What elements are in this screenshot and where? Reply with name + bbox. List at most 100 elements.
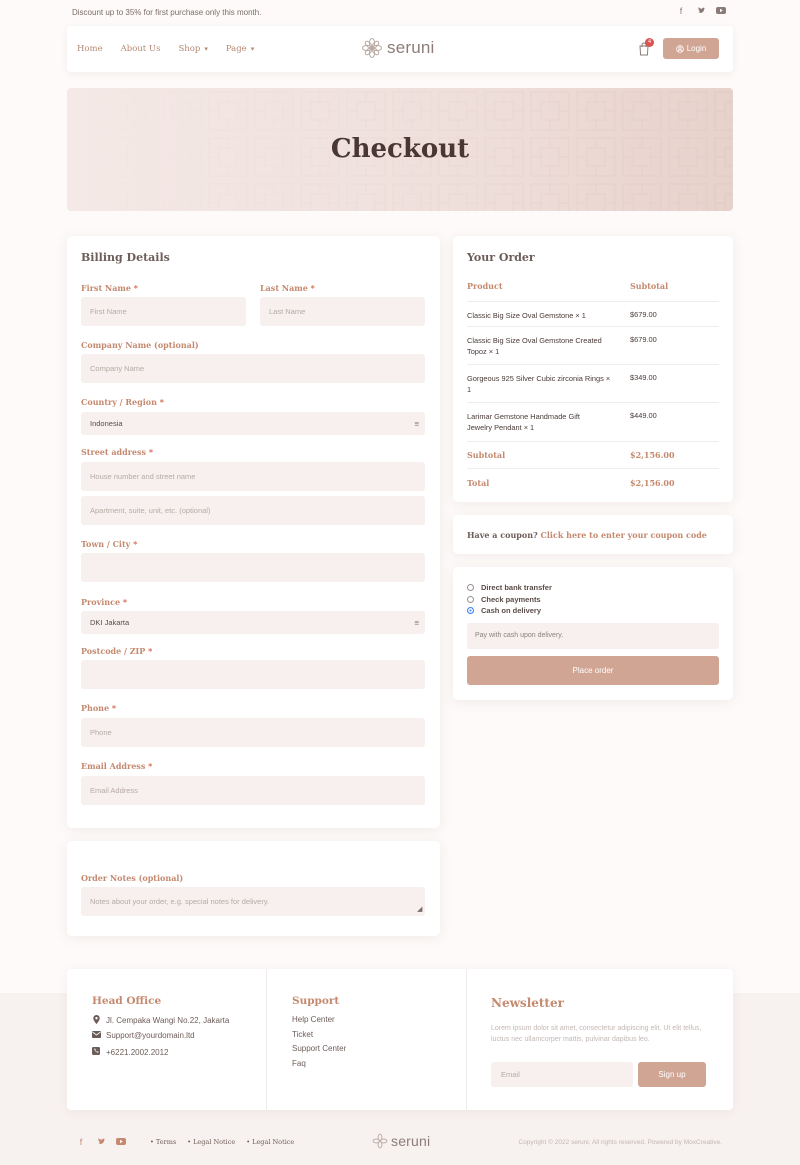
support-title: Support bbox=[292, 995, 340, 1007]
label-text: Street address bbox=[81, 447, 147, 457]
support-link[interactable]: Support Center bbox=[292, 1044, 346, 1053]
country-select[interactable]: Indonesia ≡ bbox=[81, 412, 425, 435]
logo-flower-icon bbox=[362, 38, 382, 58]
site-logo[interactable]: seruni bbox=[361, 37, 435, 59]
nav-shop[interactable]: Shop ▾ bbox=[178, 44, 207, 54]
label-text: Country / Region bbox=[81, 397, 157, 407]
phone-input[interactable] bbox=[81, 718, 425, 747]
newsletter-title: Newsletter bbox=[491, 996, 564, 1010]
order-notes-textarea[interactable] bbox=[81, 887, 425, 916]
street-input[interactable] bbox=[81, 462, 425, 491]
select-arrows-icon: ≡ bbox=[414, 618, 419, 627]
first-name-label: First Name * bbox=[81, 283, 138, 293]
last-name-input[interactable] bbox=[260, 297, 425, 326]
subtotal-label: Subtotal bbox=[467, 450, 506, 460]
town-label: Town / City * bbox=[81, 539, 137, 549]
table-row: Larimar Gemstone Handmade Gift Jewelry P… bbox=[467, 403, 719, 442]
item-price: $449.00 bbox=[630, 411, 657, 420]
payment-option-label: Check payments bbox=[481, 595, 541, 604]
twitter-icon[interactable] bbox=[96, 1137, 106, 1147]
order-table-header: Product Subtotal bbox=[467, 278, 719, 302]
email-input[interactable] bbox=[81, 776, 425, 805]
nav-label: About Us bbox=[120, 44, 161, 54]
phone-label: Phone * bbox=[81, 703, 116, 713]
facebook-icon[interactable]: f bbox=[76, 1137, 86, 1147]
item-name: Larimar Gemstone Handmade Gift Jewelry P… bbox=[467, 412, 580, 432]
label-text: First Name bbox=[81, 283, 131, 293]
required-mark: * bbox=[133, 283, 138, 293]
order-title: Your Order bbox=[467, 251, 535, 264]
phone-icon bbox=[92, 1047, 100, 1057]
support-link[interactable]: Help Center bbox=[292, 1015, 335, 1024]
table-row: Classic Big Size Oval Gemstone Created T… bbox=[467, 327, 719, 365]
province-label: Province * bbox=[81, 597, 127, 607]
support-link[interactable]: Faq bbox=[292, 1059, 306, 1068]
radio-button[interactable] bbox=[467, 596, 474, 603]
order-notes-label: Order Notes (optional) bbox=[81, 873, 184, 883]
required-mark: * bbox=[122, 597, 128, 607]
required-mark: * bbox=[148, 447, 154, 457]
youtube-icon[interactable] bbox=[116, 1137, 126, 1147]
total-row: Total $2,156.00 bbox=[467, 469, 719, 496]
bottom-socials: f bbox=[76, 1137, 126, 1147]
apartment-input[interactable] bbox=[81, 496, 425, 525]
copyright-text: Copyright © 2022 seruni, All rights rese… bbox=[518, 1139, 723, 1146]
total-label: Total bbox=[467, 478, 490, 488]
col-subtotal: Subtotal bbox=[630, 281, 669, 291]
payment-description: Pay with cash upon delivery. bbox=[467, 623, 719, 649]
town-input[interactable] bbox=[81, 553, 425, 582]
first-name-input[interactable] bbox=[81, 297, 246, 326]
province-select[interactable]: DKI Jakarta ≡ bbox=[81, 611, 425, 634]
payment-option-cod[interactable]: Cash on delivery bbox=[467, 606, 541, 615]
legal-notice-link[interactable]: Legal Notice bbox=[187, 1138, 235, 1146]
facebook-icon[interactable]: f bbox=[676, 6, 686, 16]
item-name: Classic Big Size Oval Gemstone × 1 bbox=[467, 311, 586, 320]
twitter-icon[interactable] bbox=[696, 6, 706, 16]
place-order-button[interactable]: Place order bbox=[467, 656, 719, 685]
address-text: Jl. Cempaka Wangi No.22, Jakarta bbox=[106, 1016, 230, 1025]
nav-home[interactable]: Home bbox=[77, 44, 103, 54]
last-name-label: Last Name * bbox=[260, 283, 315, 293]
login-button[interactable]: Login bbox=[663, 38, 719, 59]
address-line: Jl. Cempaka Wangi No.22, Jakarta bbox=[92, 1015, 229, 1026]
payment-option-label: Direct bank transfer bbox=[481, 583, 552, 592]
your-order-card: Your Order Product Subtotal Classic Big … bbox=[453, 236, 733, 502]
label-text: Last Name bbox=[260, 283, 308, 293]
email-text[interactable]: Support@yourdomain.ltd bbox=[106, 1031, 195, 1040]
sign-up-button[interactable]: Sign up bbox=[638, 1062, 706, 1087]
label-text: Email Address bbox=[81, 761, 146, 771]
youtube-icon[interactable] bbox=[716, 6, 726, 16]
resize-handle-icon[interactable]: ◢ bbox=[417, 905, 422, 913]
legal-notice-link[interactable]: Legal Notice bbox=[246, 1138, 294, 1146]
chevron-down-icon: ▾ bbox=[204, 45, 208, 53]
total-value: $2,156.00 bbox=[630, 478, 675, 488]
login-label: Login bbox=[686, 44, 707, 53]
postcode-input[interactable] bbox=[81, 660, 425, 689]
top-socials: f bbox=[676, 6, 726, 16]
support-link[interactable]: Ticket bbox=[292, 1030, 313, 1039]
country-label: Country / Region * bbox=[81, 397, 164, 407]
radio-button[interactable] bbox=[467, 584, 474, 591]
coupon-link[interactable]: Click here to enter your coupon code bbox=[541, 530, 707, 540]
required-mark: * bbox=[159, 397, 164, 407]
label-text: Postcode / ZIP bbox=[81, 646, 146, 656]
required-mark: * bbox=[148, 761, 153, 771]
payment-option-check[interactable]: Check payments bbox=[467, 595, 541, 604]
email-label: Email Address * bbox=[81, 761, 152, 771]
footer-logo[interactable]: seruni bbox=[372, 1133, 430, 1149]
newsletter-email-input[interactable]: Email bbox=[491, 1062, 633, 1087]
head-office-title: Head Office bbox=[92, 995, 162, 1007]
payment-card: Direct bank transfer Check payments Cash… bbox=[453, 567, 733, 700]
nav-page[interactable]: Page ▾ bbox=[226, 44, 254, 54]
payment-option-bank[interactable]: Direct bank transfer bbox=[467, 583, 552, 592]
subtotal-value: $2,156.00 bbox=[630, 450, 675, 460]
item-name: Classic Big Size Oval Gemstone Created T… bbox=[467, 336, 602, 356]
phone-text: +6221.2002.2012 bbox=[106, 1047, 169, 1057]
company-input[interactable] bbox=[81, 354, 425, 383]
radio-button-selected[interactable] bbox=[467, 607, 474, 614]
nav-about[interactable]: About Us bbox=[121, 44, 161, 54]
table-row: Gorgeous 925 Silver Cubic zirconia Rings… bbox=[467, 365, 719, 403]
terms-link[interactable]: Terms bbox=[150, 1138, 176, 1146]
legal-links: Terms Legal Notice Legal Notice bbox=[150, 1138, 294, 1146]
coupon-text: Have a coupon? Click here to enter your … bbox=[467, 530, 707, 540]
